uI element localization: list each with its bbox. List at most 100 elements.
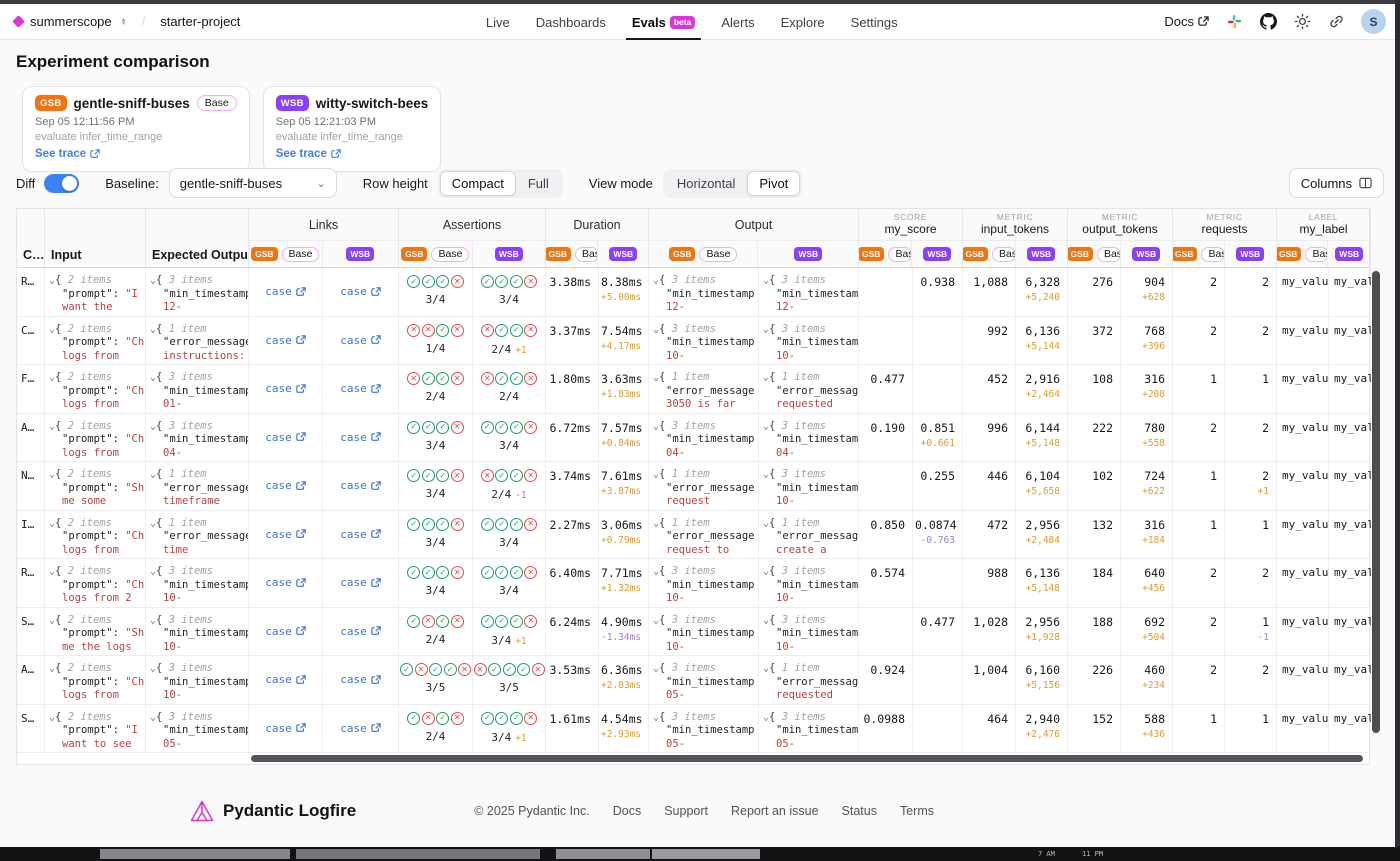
slack-icon[interactable] [1225,13,1243,31]
requests-gsb-cell: 2 [1173,414,1225,462]
assertion-icons: ✕✓✓✕ [407,372,464,385]
user-avatar[interactable]: S [1361,9,1386,34]
theme-toggle-sun-icon[interactable] [1293,13,1311,31]
json-key: "min_timestamp [163,385,249,397]
check-circle-icon: ✓ [436,615,449,628]
share-link-icon[interactable] [1327,13,1345,31]
case-link[interactable]: case [265,382,306,395]
value: 2 [1175,421,1217,435]
case-link[interactable]: case [340,334,381,347]
docs-link[interactable]: Docs [1164,14,1209,29]
output-wsb-cell: ⌄{ 3 items"min_timestamp10- [759,559,859,607]
external-link-icon [296,529,306,539]
columns-button[interactable]: Columns [1289,168,1384,198]
case-link[interactable]: case [340,625,381,638]
footer-link-terms[interactable]: Terms [900,804,934,818]
case-link[interactable]: case [265,285,306,298]
assertion-icons: ✓✓✓✕ [407,421,464,434]
value: 0.938 [915,275,955,289]
org-switcher-icon[interactable]: ▲▼ [121,18,127,26]
horizontal-scrollbar[interactable] [251,755,1363,762]
gsb-badge: GSB [669,247,695,261]
tab-explore[interactable]: Explore [781,4,825,40]
case-link[interactable]: case [265,431,306,444]
case-link[interactable]: case [340,673,381,686]
tab-dashboards[interactable]: Dashboards [536,4,606,40]
case-link[interactable]: case [340,722,381,735]
case-link[interactable]: case [340,431,381,444]
see-trace-link[interactable]: See trace [35,148,100,160]
case-link[interactable]: case [340,285,381,298]
label-cell: my_value_ [1329,268,1371,316]
case-link[interactable]: case [340,576,381,589]
input-cell: ⌄{ 2 items"prompt": "Shme the logs [45,608,146,656]
case-link[interactable]: case [265,722,306,735]
output-tokens-gsb-cell: 222 [1068,414,1121,462]
brace: { [55,614,68,626]
diff-toggle[interactable] [44,174,79,193]
view-mode-option-pivot[interactable]: Pivot [747,171,800,196]
footer-link-support[interactable]: Support [664,804,708,818]
score-wsb-cell: 0.0874-0.763 [913,511,963,559]
item-count: 2 items [68,517,112,529]
org-name[interactable]: summerscope [30,14,112,29]
check-circle-icon: ✓ [517,663,530,676]
project-name[interactable]: starter-project [160,14,240,29]
column-subheaders: GSBBaseWSB [1277,241,1370,267]
case-link[interactable]: case [265,576,306,589]
tab-alerts[interactable]: Alerts [721,4,754,40]
see-trace-link[interactable]: See trace [276,148,341,160]
tab-settings[interactable]: Settings [851,4,898,40]
tab-live[interactable]: Live [486,4,510,40]
case-link[interactable]: case [265,334,306,347]
cross-circle-icon: ✕ [407,372,420,385]
duration-gsb-cell: 6.40ms [546,559,599,607]
case-link[interactable]: case [340,479,381,492]
json-value-line: 10- [653,592,754,606]
column-subheaders: GSBBaseWSB [249,241,398,267]
vertical-scrollbar-track [1372,269,1380,755]
value: 1.61ms [548,712,591,726]
value: 1,004 [965,663,1008,677]
tab-label: Dashboards [536,15,606,30]
tab-evals[interactable]: Evalsbeta [632,4,695,40]
json-key-line: "min_timestamp [763,482,854,496]
json-value-line: logs from [49,544,141,558]
column-kicker: SCORE [894,213,927,222]
case-link[interactable]: case [340,382,381,395]
case-link[interactable]: case [265,479,306,492]
json-preview-summary: ⌄{ 2 items [49,274,141,288]
case-link[interactable]: case [340,528,381,541]
assertion-fraction: 2/4 [426,730,446,743]
case-link[interactable]: case [265,528,306,541]
baseline-select[interactable]: gentle-sniff-buses ⌄ [169,168,337,198]
vertical-scrollbar[interactable] [1372,271,1380,733]
json-key: "error_message [776,676,859,688]
row-height-option-full[interactable]: Full [516,171,561,196]
footer-link-report-an-issue[interactable]: Report an issue [731,804,819,818]
check-circle-icon: ✓ [407,566,420,579]
gsb-badge: GSB [1277,247,1301,261]
output-tokens-gsb-cell: 276 [1068,268,1121,316]
output-gsb-cell: ⌄{ 3 items"min_timestamp10- [649,608,759,656]
row-height-option-compact[interactable]: Compact [440,171,516,196]
value: 152 [1070,712,1113,726]
base-pill: Base [1097,247,1121,262]
view-mode-option-horizontal[interactable]: Horizontal [665,171,748,196]
column-kicker: METRIC [997,213,1033,222]
value-diff: +5,156 [1018,680,1060,691]
check-circle-icon: ✓ [422,469,435,482]
case-link[interactable]: case [265,625,306,638]
subcolumn-wsb: WSB [473,241,546,267]
footer-link-docs[interactable]: Docs [613,804,641,818]
check-circle-icon: ✓ [444,663,457,676]
json-preview-summary: ⌄{ 2 items [49,614,141,628]
json-value-line: create a [763,544,854,558]
check-circle-icon: ✓ [510,615,523,628]
case-link[interactable]: case [265,673,306,686]
check-circle-icon: ✓ [481,615,494,628]
footer-link-status[interactable]: Status [842,804,877,818]
assertion-icons: ✓✓✓✕ [481,421,538,434]
github-icon[interactable] [1259,13,1277,31]
value: 2 [1227,324,1269,338]
